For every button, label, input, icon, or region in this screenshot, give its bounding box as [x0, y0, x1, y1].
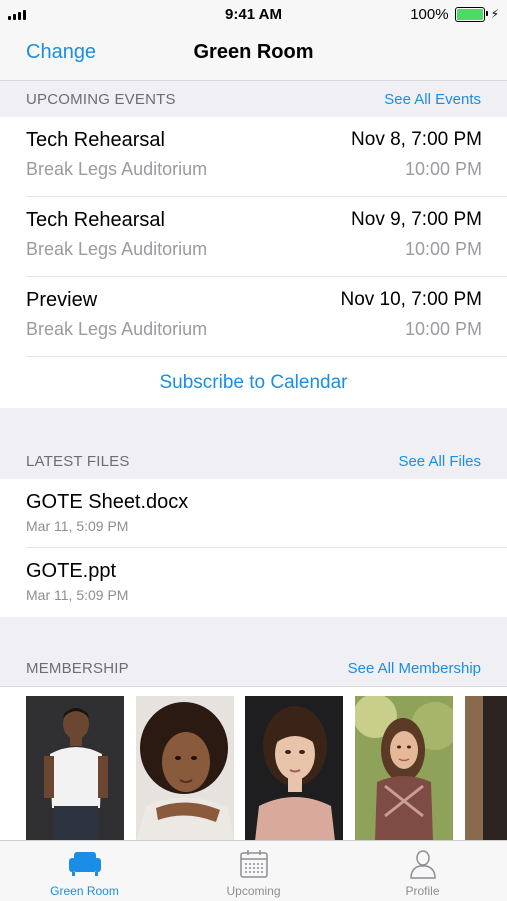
member-photo[interactable]	[136, 696, 234, 840]
event-row[interactable]: Tech Rehearsal Nov 8, 7:00 PM Break Legs…	[0, 117, 507, 197]
see-all-membership-link[interactable]: See All Membership	[348, 660, 481, 677]
see-all-events-link[interactable]: See All Events	[384, 91, 481, 108]
section-title: UPCOMING EVENTS	[26, 90, 176, 108]
event-location: Break Legs Auditorium	[26, 319, 208, 339]
tab-bar: Green Room Upcoming Profile	[0, 840, 507, 901]
subscribe-calendar-button[interactable]: Subscribe to Calendar	[0, 357, 507, 409]
calendar-icon	[239, 848, 269, 880]
section-title: LATEST FILES	[26, 452, 130, 470]
tab-green-room[interactable]: Green Room	[0, 841, 169, 901]
tab-label: Green Room	[50, 884, 119, 898]
event-name: Tech Rehearsal	[26, 129, 165, 151]
member-photo[interactable]	[355, 696, 453, 840]
event-row[interactable]: Preview Nov 10, 7:00 PM Break Legs Audit…	[0, 277, 507, 357]
tab-upcoming[interactable]: Upcoming	[169, 841, 338, 901]
event-end: 10:00 PM	[404, 319, 482, 339]
file-name: GOTE.ppt	[26, 560, 117, 582]
battery-icon	[454, 6, 488, 22]
change-button[interactable]: Change	[26, 41, 96, 64]
event-location: Break Legs Auditorium	[26, 239, 208, 259]
files-list: GOTE Sheet.docx Mar 11, 5:09 PM GOTE.ppt…	[0, 479, 507, 617]
event-name: Tech Rehearsal	[26, 209, 165, 231]
member-photo[interactable]	[465, 696, 507, 840]
tab-profile[interactable]: Profile	[338, 841, 507, 901]
event-location: Break Legs Auditorium	[26, 159, 208, 179]
latest-files-header: LATEST FILES See All Files	[0, 443, 507, 480]
event-row[interactable]: Tech Rehearsal Nov 9, 7:00 PM Break Legs…	[0, 197, 507, 277]
file-row[interactable]: GOTE Sheet.docx Mar 11, 5:09 PM	[0, 479, 507, 548]
navigation-bar: Change Green Room	[0, 28, 507, 81]
upcoming-events-header: UPCOMING EVENTS See All Events	[0, 81, 507, 118]
sofa-icon	[68, 848, 102, 880]
section-title: MEMBERSHIP	[26, 659, 129, 677]
file-name: GOTE Sheet.docx	[26, 491, 189, 513]
divider	[26, 356, 507, 357]
membership-photos	[0, 687, 507, 840]
event-start: Nov 10, 7:00 PM	[340, 289, 482, 310]
event-start: Nov 8, 7:00 PM	[351, 129, 482, 150]
events-list: Tech Rehearsal Nov 8, 7:00 PM Break Legs…	[0, 117, 507, 408]
see-all-files-link[interactable]: See All Files	[398, 453, 481, 470]
charging-icon: ⚡	[490, 7, 499, 21]
member-photo[interactable]	[245, 696, 343, 840]
battery-percent: 100%	[410, 5, 449, 23]
member-photo[interactable]	[26, 696, 124, 840]
event-name: Preview	[26, 289, 98, 311]
tab-label: Profile	[405, 884, 440, 898]
tab-label: Upcoming	[226, 884, 281, 898]
status-bar: 9:41 AM 100% ⚡	[0, 0, 507, 28]
file-row[interactable]: GOTE.ppt Mar 11, 5:09 PM	[0, 548, 507, 617]
file-date: Mar 11, 5:09 PM	[26, 587, 129, 603]
event-end: 10:00 PM	[404, 239, 482, 259]
event-start: Nov 9, 7:00 PM	[351, 209, 482, 230]
event-end: 10:00 PM	[404, 159, 482, 179]
membership-header: MEMBERSHIP See All Membership	[0, 650, 507, 687]
person-icon	[409, 848, 437, 880]
signal-icon	[8, 8, 26, 20]
file-date: Mar 11, 5:09 PM	[26, 518, 129, 534]
